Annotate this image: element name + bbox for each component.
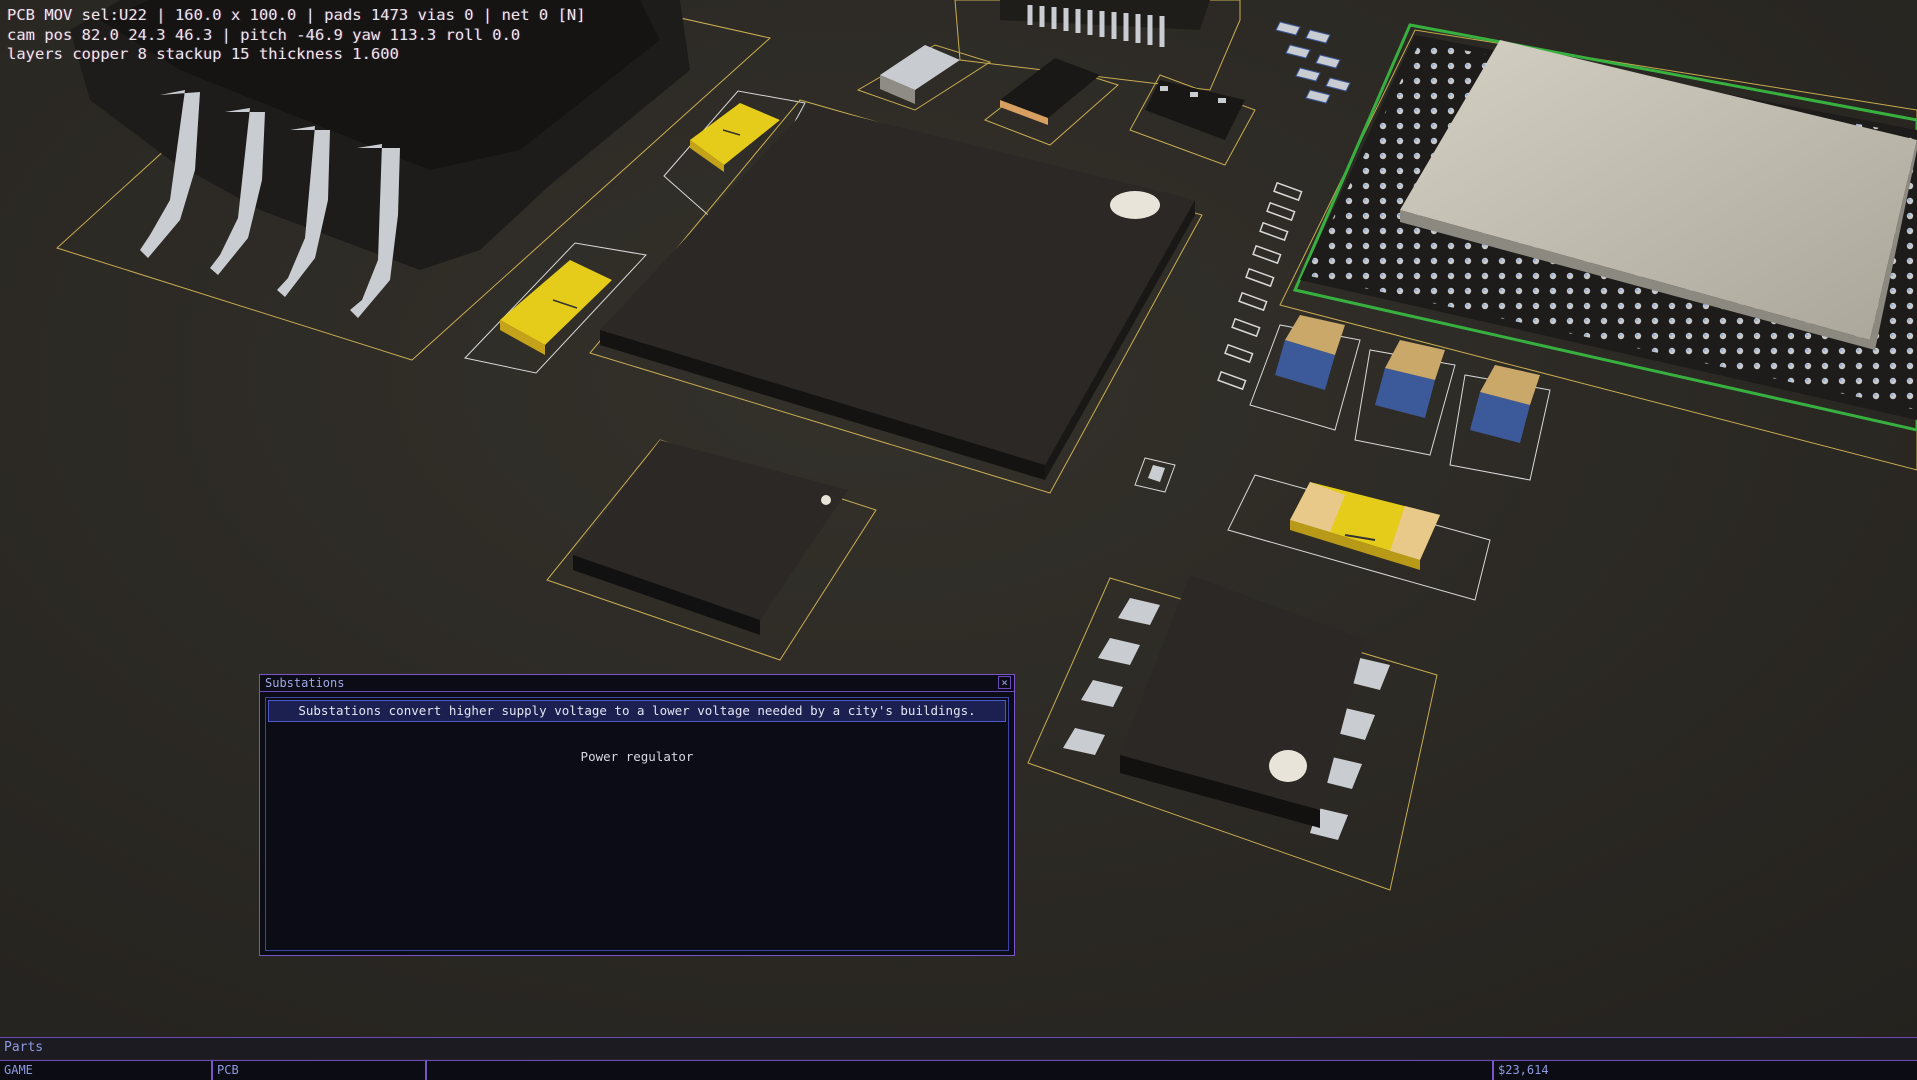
hud-line-camera: cam pos 82.0 24.3 46.3 | pitch -46.9 yaw… bbox=[7, 25, 521, 44]
dialog-body: Substations convert higher supply voltag… bbox=[265, 697, 1009, 951]
dialog-description: Substations convert higher supply voltag… bbox=[268, 700, 1006, 722]
close-icon[interactable]: × bbox=[998, 676, 1011, 689]
hud-line-layers: layers copper 8 stackup 15 thickness 1.6… bbox=[7, 45, 399, 63]
status-bar: GAME PCB $23,614 bbox=[0, 1060, 1917, 1080]
parts-panel-header[interactable]: Parts bbox=[0, 1037, 1917, 1059]
status-money: $23,614 bbox=[1492, 1061, 1917, 1080]
camera-hud: PCB MOV sel:U22 | 160.0 x 100.0 | pads 1… bbox=[7, 6, 586, 65]
hud-line-status: PCB MOV sel:U22 | 160.0 x 100.0 | pads 1… bbox=[7, 6, 586, 24]
part-name-label: Power regulator bbox=[580, 749, 694, 764]
substations-dialog: Substations × Substations convert higher… bbox=[259, 674, 1015, 956]
dialog-title: Substations bbox=[260, 675, 1014, 692]
status-view[interactable]: PCB bbox=[211, 1061, 425, 1080]
status-mode[interactable]: GAME bbox=[0, 1061, 211, 1080]
status-spacer bbox=[425, 1061, 1492, 1080]
